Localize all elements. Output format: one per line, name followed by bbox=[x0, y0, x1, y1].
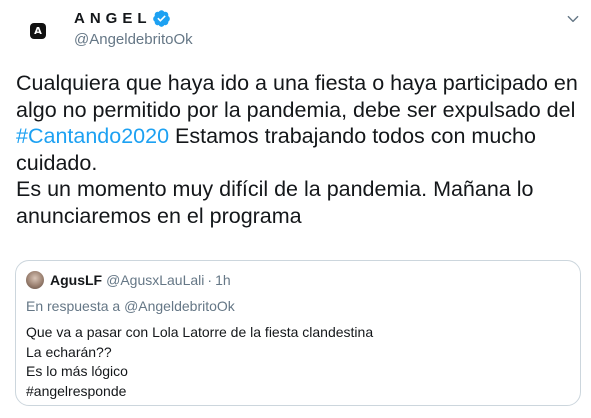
chevron-down-icon[interactable] bbox=[566, 12, 580, 26]
author-display-name[interactable]: ANGEL bbox=[74, 10, 152, 27]
quoted-tweet-card[interactable]: AgusLF @AgusxLauLali · 1h En respuesta a… bbox=[15, 260, 581, 406]
reply-context: En respuesta a @AngeldebritoOk bbox=[26, 298, 235, 314]
angel-logo-icon: A bbox=[30, 23, 46, 39]
quoted-line: Que va a pasar con Lola Latorre de la fi… bbox=[26, 324, 374, 340]
quoted-separator: · bbox=[207, 272, 213, 288]
verified-badge-icon bbox=[152, 10, 170, 27]
quoted-line: Es lo más lógico bbox=[26, 363, 128, 379]
reply-mention: @AngeldebritoOk bbox=[124, 298, 235, 314]
author-handle[interactable]: @AngeldebritoOk bbox=[74, 31, 193, 48]
author-avatar[interactable]: A bbox=[16, 9, 60, 53]
hashtag-link[interactable]: #Cantando2020 bbox=[16, 124, 169, 148]
reply-prefix: En respuesta a bbox=[26, 298, 125, 314]
quoted-author-handle: @AgusxLauLali bbox=[106, 272, 205, 288]
quoted-timestamp: 1h bbox=[215, 272, 231, 288]
quoted-tweet-text: Que va a pasar con Lola Latorre de la fi… bbox=[26, 323, 373, 401]
author-name-row: ANGEL bbox=[74, 9, 171, 28]
tweet-text: Cualquiera que haya ido a una fiesta o h… bbox=[16, 70, 586, 229]
tweet-text-before: Cualquiera que haya ido a una fiesta o h… bbox=[16, 71, 578, 122]
quoted-author-name: AgusLF bbox=[50, 272, 103, 288]
quoted-tweet-header: AgusLF @AgusxLauLali · 1h bbox=[26, 271, 231, 289]
quoted-line: #angelresponde bbox=[26, 382, 127, 399]
quoted-author-avatar bbox=[26, 271, 44, 289]
quoted-line: La echarán?? bbox=[26, 343, 112, 360]
